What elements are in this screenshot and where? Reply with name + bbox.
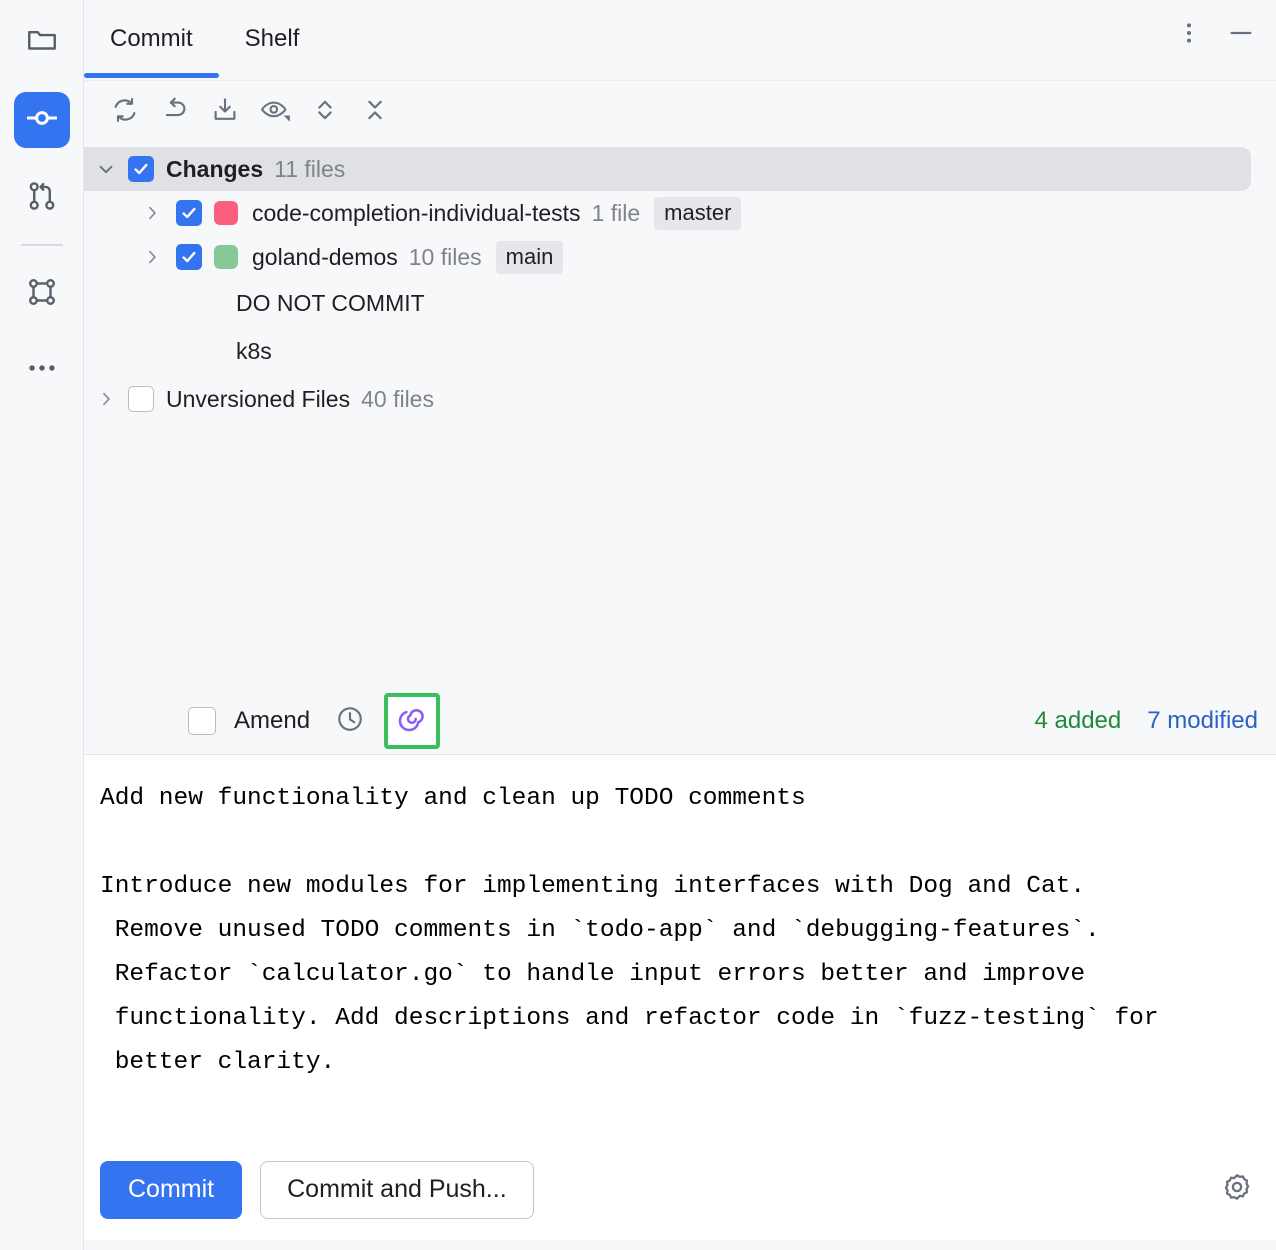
rollback-icon (160, 95, 190, 130)
unversioned-files-label: Unversioned Files (166, 385, 351, 412)
commit-settings-button[interactable] (1214, 1167, 1260, 1213)
clock-icon (335, 704, 365, 739)
tab-bar: Commit Shelf (84, 0, 1276, 81)
more-vertical-icon (1176, 20, 1202, 51)
amend-label: Amend (234, 707, 311, 734)
shelve-icon (210, 95, 240, 130)
changes-checkbox[interactable] (128, 156, 154, 182)
changes-toolbar (84, 81, 1276, 143)
rollback-button[interactable] (152, 89, 198, 135)
repository-name: code-completion-individual-tests (252, 199, 581, 226)
hide-tool-window-button[interactable] (1220, 14, 1262, 56)
stat-modified: 7 modified (1147, 707, 1258, 734)
tree-row-changes[interactable]: Changes 11 files (84, 147, 1251, 191)
chevron-right-icon[interactable] (128, 247, 176, 267)
repository-checkbox[interactable] (176, 200, 202, 226)
repository-color-swatch (214, 201, 238, 225)
commit-message-input[interactable]: Add new functionality and clean up TODO … (84, 754, 1276, 1144)
ai-spiral-icon (396, 703, 428, 740)
repository-name: goland-demos (252, 243, 398, 270)
tree-row-repository[interactable]: goland-demos 10 files main (84, 235, 1276, 279)
sidebar-item-more[interactable] (14, 342, 70, 398)
commit-button[interactable]: Commit (100, 1160, 243, 1219)
tree-row-changelist-k8s[interactable]: k8s (84, 327, 1276, 375)
changelist-name: k8s (236, 337, 272, 364)
tab-shelf-label: Shelf (244, 25, 300, 52)
commit-and-push-button-label: Commit and Push... (287, 1175, 507, 1203)
structure-icon (25, 275, 59, 314)
tool-window-actions (1168, 14, 1262, 56)
branch-badge: master (654, 196, 742, 230)
chevron-down-icon[interactable] (84, 158, 128, 180)
unversioned-files-checkbox[interactable] (128, 386, 154, 412)
unversioned-files-count: 40 files (361, 385, 434, 412)
generate-commit-message-ai-button[interactable] (384, 693, 441, 749)
changelist-file-count: 11 files (274, 155, 346, 182)
tree-row-repository[interactable]: code-completion-individual-tests 1 file … (84, 191, 1276, 235)
minimize-icon (1227, 19, 1255, 52)
amend-bar: Amend 4 added 7 modified (84, 688, 1276, 754)
options-menu-button[interactable] (1168, 14, 1210, 56)
tab-active-underline (84, 73, 219, 78)
repository-file-count: 10 files (408, 243, 482, 270)
repository-checkbox[interactable] (176, 244, 202, 270)
show-diff-button[interactable] (252, 89, 298, 135)
pull-request-icon (25, 179, 59, 218)
sidebar-item-project[interactable] (14, 14, 70, 70)
activity-bar-divider (20, 244, 63, 246)
commit-button-label: Commit (128, 1175, 215, 1203)
collapse-all-button[interactable] (352, 89, 398, 135)
gear-icon (1221, 1171, 1253, 1208)
expand-all-button[interactable] (302, 89, 348, 135)
chevron-right-icon[interactable] (84, 389, 128, 409)
commit-footer: Commit Commit and Push... (84, 1144, 1276, 1250)
tab-shelf[interactable]: Shelf (219, 0, 326, 78)
tab-commit-label: Commit (110, 25, 193, 52)
tree-row-unversioned-files[interactable]: Unversioned Files 40 files (84, 377, 1276, 421)
commit-and-push-button[interactable]: Commit and Push... (260, 1160, 534, 1219)
window-bottom-strip (84, 1240, 1276, 1250)
commit-tool-window: Commit Shelf Changes 11 files code-compl… (84, 0, 1276, 1250)
refresh-changes-button[interactable] (102, 89, 148, 135)
ellipsis-icon (25, 351, 59, 390)
commit-stats: 4 added 7 modified (1035, 707, 1259, 735)
sidebar-item-structure[interactable] (14, 266, 70, 322)
amend-checkbox[interactable] (188, 707, 216, 735)
folder-icon (25, 23, 59, 62)
expand-all-icon (310, 95, 340, 130)
activity-bar (0, 0, 84, 1250)
changelist-name: Changes (166, 155, 264, 182)
shelve-changes-button[interactable] (202, 89, 248, 135)
stat-added: 4 added (1034, 707, 1122, 734)
eye-icon (259, 94, 291, 131)
commit-message-history-button[interactable] (328, 699, 372, 743)
sidebar-item-pull-requests[interactable] (14, 170, 70, 226)
changes-tree: Changes 11 files code-completion-individ… (84, 143, 1276, 688)
chevron-right-icon[interactable] (128, 203, 176, 223)
tree-row-changelist-do-not-commit[interactable]: DO NOT COMMIT (84, 279, 1276, 327)
changelist-name: DO NOT COMMIT (236, 289, 425, 316)
collapse-all-icon (360, 95, 390, 130)
sidebar-item-commit[interactable] (13, 92, 70, 148)
branch-badge: main (495, 240, 564, 274)
refresh-icon (110, 95, 140, 130)
tab-commit[interactable]: Commit (84, 0, 219, 78)
repository-file-count: 1 file (591, 199, 641, 226)
repository-color-swatch (214, 245, 238, 269)
commit-icon (24, 100, 60, 141)
